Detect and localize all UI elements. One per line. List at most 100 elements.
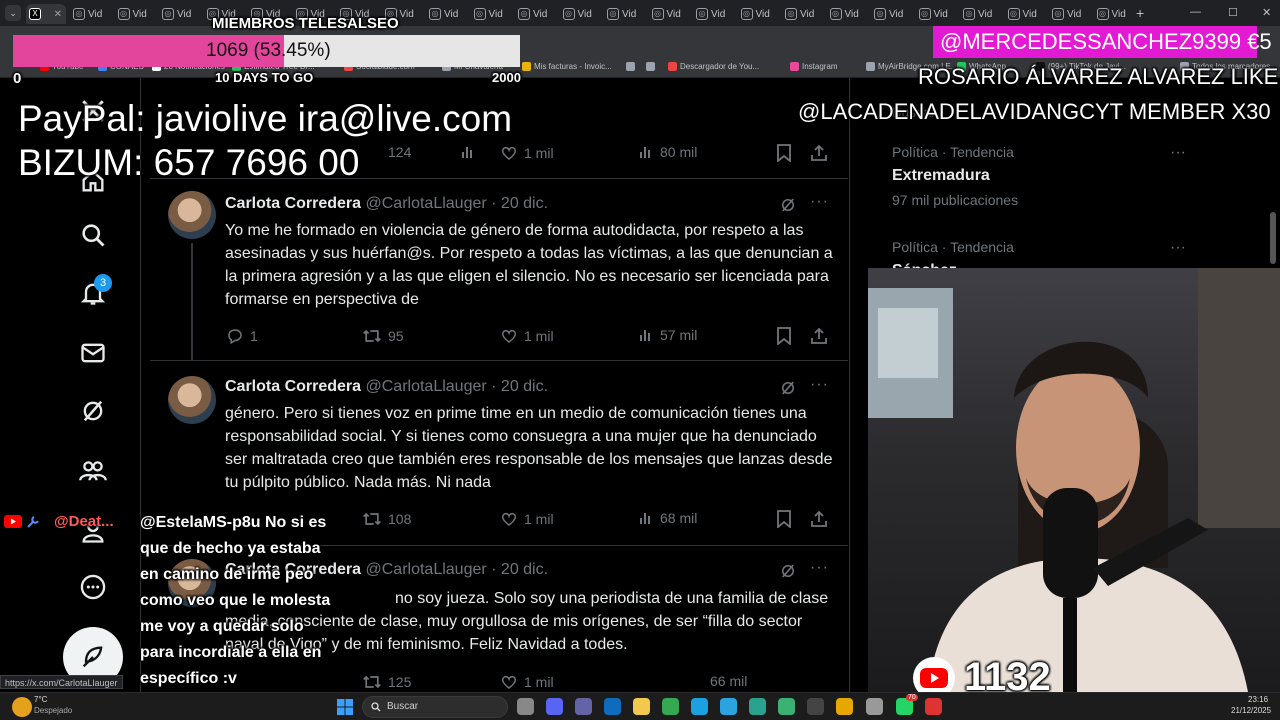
reply-count[interactable]: 124 xyxy=(388,144,411,160)
tab-video[interactable]: ◎ Vid xyxy=(1005,4,1045,24)
views-button[interactable]: 57 mil xyxy=(638,327,697,343)
tab-video[interactable]: ◎ Vid xyxy=(159,4,199,24)
clock-date[interactable]: 21/12/2025 xyxy=(1231,706,1271,715)
more-icon[interactable]: ··· xyxy=(810,376,829,394)
minimize-icon[interactable]: — xyxy=(1190,6,1201,18)
more-icon[interactable]: ··· xyxy=(810,193,829,211)
tab-label: Vid xyxy=(622,8,637,20)
alert-member: @LACADENADELAVIDANGCYT MEMBER X30 xyxy=(798,99,1271,124)
tab-video[interactable]: ◎ Vid xyxy=(649,4,689,24)
communities-icon[interactable] xyxy=(76,454,110,488)
telegram-icon[interactable] xyxy=(720,698,737,715)
avatar[interactable] xyxy=(168,376,216,424)
file-explorer-icon[interactable] xyxy=(633,698,650,715)
author-handle[interactable]: @CarlotaLlauger · 20 dic. xyxy=(366,195,549,212)
retweet-button[interactable]: 95 xyxy=(362,327,404,345)
tab-video[interactable]: ◎ Vid xyxy=(515,4,555,24)
tweet-header: Carlota Corredera @CarlotaLlauger · 20 d… xyxy=(225,378,548,396)
views-button[interactable]: 80 mil xyxy=(638,144,697,160)
like-button[interactable]: 1 mil xyxy=(500,510,554,528)
obs-icon[interactable] xyxy=(807,698,824,715)
bookmark-button[interactable] xyxy=(776,327,792,345)
tab-video[interactable]: ◎ Vid xyxy=(782,4,822,24)
share-button[interactable] xyxy=(810,327,828,345)
messages-envelope-icon[interactable] xyxy=(76,336,110,370)
trend-title[interactable]: Extremadura xyxy=(892,167,990,185)
views-button[interactable]: 68 mil xyxy=(638,510,697,526)
share-button[interactable] xyxy=(810,510,828,528)
view-count: 66 mil xyxy=(710,673,748,689)
tab-video[interactable]: ◎ Vid xyxy=(426,4,466,24)
grok-icon[interactable] xyxy=(76,394,110,428)
reply-button[interactable]: 1 xyxy=(226,327,258,345)
explore-search-icon[interactable] xyxy=(76,218,110,252)
tab-video[interactable]: ◎ Vid xyxy=(871,4,911,24)
like-button[interactable]: 1 mil xyxy=(500,144,554,162)
tab-video[interactable]: ◎ Vid xyxy=(1049,4,1089,24)
views-button[interactable]: 66 mil xyxy=(710,673,747,689)
tab-video[interactable]: ◎ Vid xyxy=(70,4,110,24)
tab-video[interactable]: ◎ Vid xyxy=(827,4,867,24)
tab-video[interactable]: ◎ Vid xyxy=(471,4,511,24)
tab-search-icon[interactable]: ⌄ xyxy=(5,5,21,21)
chrome-canary-icon[interactable] xyxy=(836,698,853,715)
author-handle[interactable]: @CarlotaLlauger · 20 dic. xyxy=(366,378,549,395)
tab-video[interactable]: ◎ Vid xyxy=(738,4,778,24)
bookmark-item[interactable]: Descargador de You... xyxy=(668,62,759,71)
edge-dev-icon[interactable] xyxy=(749,698,766,715)
maximize-icon[interactable]: ☐ xyxy=(1228,6,1238,19)
more-icon[interactable]: ··· xyxy=(1170,144,1186,162)
bookmark-favicon-icon xyxy=(866,62,875,71)
author-name[interactable]: Carlota Corredera xyxy=(225,378,361,395)
more-options-icon[interactable] xyxy=(76,570,110,604)
bookmark-button[interactable] xyxy=(776,144,792,162)
new-tab-button[interactable]: + xyxy=(1136,5,1144,21)
more-icon[interactable]: ··· xyxy=(810,559,829,577)
bookmark-item[interactable]: Instagram xyxy=(790,62,838,71)
taskbar-search-input[interactable]: Buscar xyxy=(362,696,508,718)
tweet-1[interactable]: Carlota Corredera @CarlotaLlauger · 20 d… xyxy=(150,179,848,361)
like-button[interactable]: 1 mil xyxy=(500,673,554,691)
edge-icon[interactable] xyxy=(691,698,708,715)
tab-video[interactable]: ◎ Vid xyxy=(560,4,600,24)
tab-video[interactable]: ◎ Vid xyxy=(916,4,956,24)
grok-icon[interactable] xyxy=(779,379,797,397)
task-view-icon[interactable] xyxy=(517,698,534,715)
retweet-button[interactable]: 108 xyxy=(362,510,411,528)
author-handle[interactable]: @CarlotaLlauger · 20 dic. xyxy=(366,561,549,578)
teams-icon[interactable] xyxy=(575,698,592,715)
grok-icon[interactable] xyxy=(779,196,797,214)
tab-video[interactable]: ◎ Vid xyxy=(604,4,644,24)
more-icon[interactable]: ··· xyxy=(1170,239,1186,257)
bookmark-item[interactable] xyxy=(626,62,638,71)
share-button[interactable] xyxy=(810,144,828,162)
author-name[interactable]: Carlota Corredera xyxy=(225,195,361,212)
tab-x[interactable]: X ✕ xyxy=(26,4,66,24)
globe-icon: ◎ xyxy=(562,8,575,20)
tab-video[interactable]: ◎ Vid xyxy=(115,4,155,24)
clock-time[interactable]: 23:16 xyxy=(1248,695,1268,704)
bookmark-item[interactable]: Mis facturas - Invoic... xyxy=(522,62,612,71)
snipping-icon[interactable] xyxy=(925,698,942,715)
tab-video[interactable]: ◎ Vid xyxy=(693,4,733,24)
camtasia-icon[interactable] xyxy=(778,698,795,715)
discord-icon[interactable] xyxy=(546,698,563,715)
tab-label: Vid xyxy=(711,8,726,20)
chrome-icon[interactable] xyxy=(662,698,679,715)
tab-video[interactable]: ◎ Vid xyxy=(1094,4,1134,24)
retweet-button[interactable]: 125 xyxy=(362,673,411,691)
grok-icon[interactable] xyxy=(779,562,797,580)
avatar[interactable] xyxy=(168,191,216,239)
windows-start-icon[interactable] xyxy=(337,699,353,715)
close-tab-icon[interactable]: ✕ xyxy=(54,9,62,20)
outlook-icon[interactable] xyxy=(604,698,621,715)
bookmark-item[interactable] xyxy=(646,62,658,71)
app-icon[interactable] xyxy=(866,698,883,715)
close-window-icon[interactable]: ✕ xyxy=(1262,6,1271,19)
weather-icon[interactable] xyxy=(12,697,32,717)
bookmark-button[interactable] xyxy=(776,510,792,528)
feather-icon xyxy=(82,646,103,668)
tab-video[interactable]: ◎ Vid xyxy=(960,4,1000,24)
like-button[interactable]: 1 mil xyxy=(500,327,554,345)
page-scrollbar[interactable] xyxy=(1270,212,1276,264)
